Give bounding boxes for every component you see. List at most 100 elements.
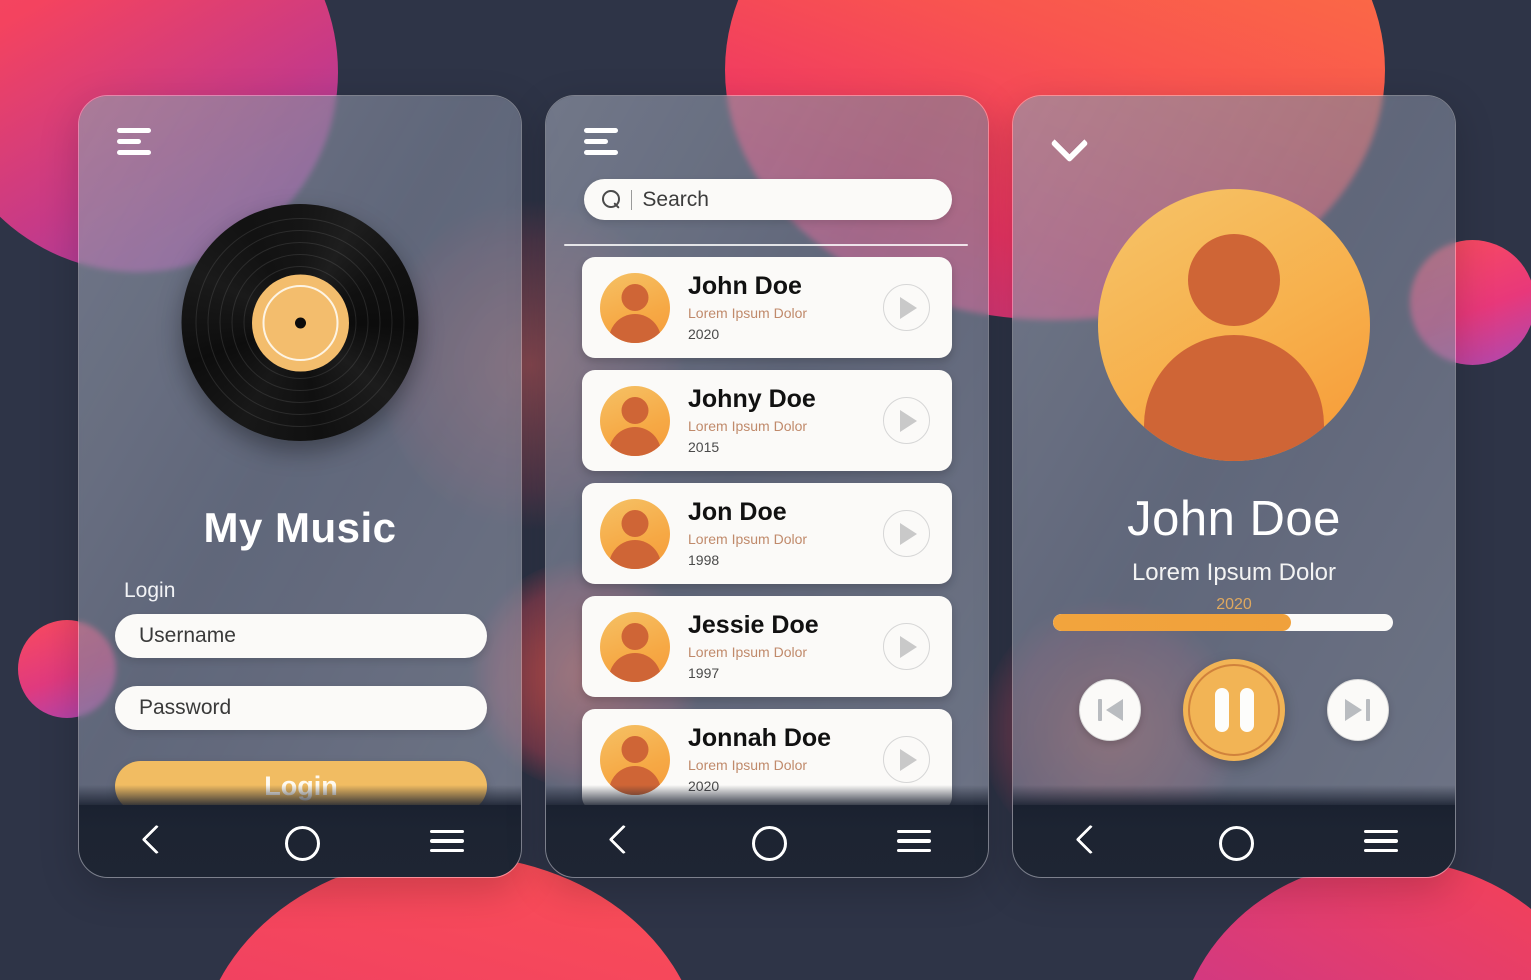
background-blob [1175, 860, 1531, 980]
android-navbar [546, 785, 988, 877]
hamburger-bar [117, 150, 151, 155]
list-item-subtitle: Lorem Ipsum Dolor [688, 643, 808, 660]
list-item-name: Jon Doe [688, 498, 787, 527]
skip-next-glyph [1345, 699, 1371, 721]
avatar-body [609, 313, 661, 343]
avatar-head [621, 283, 649, 311]
play-triangle [900, 635, 917, 658]
vinyl-spindle-hole [294, 317, 306, 328]
home-circle-icon[interactable] [732, 818, 802, 864]
list-item-subtitle: Lorem Ipsum Dolor [688, 756, 808, 773]
recents-bar [430, 848, 465, 853]
play-icon[interactable] [883, 623, 930, 670]
vinyl-record-icon [181, 204, 419, 441]
recents-menu-icon[interactable] [1346, 818, 1416, 864]
play-icon[interactable] [883, 397, 930, 444]
avatar-head [621, 735, 649, 763]
search-bar[interactable]: Search [584, 179, 952, 220]
list-item[interactable]: Jessie Doe Lorem Ipsum Dolor 1997 [582, 596, 952, 697]
back-chevron-icon[interactable] [585, 818, 655, 864]
recents-menu-icon[interactable] [879, 818, 949, 864]
progress-bar[interactable] [1053, 614, 1393, 631]
phone-list-screen: Search John Doe Lorem Ipsum Dolor 2020 John… [545, 95, 989, 878]
list-item[interactable]: Johny Doe Lorem Ipsum Dolor 2015 [582, 370, 952, 471]
play-icon[interactable] [883, 510, 930, 557]
skip-previous-icon[interactable] [1079, 679, 1141, 741]
list-item-subtitle: Lorem Ipsum Dolor [688, 530, 808, 547]
hamburger-bar [117, 128, 151, 133]
recents-bar [1364, 829, 1399, 834]
password-input[interactable]: Password [115, 686, 487, 730]
phone-player-screen: John Doe Lorem Ipsum Dolor 2020 [1012, 95, 1456, 878]
phone-login-screen: My Music Login Username Password Login S… [78, 95, 522, 878]
avatar-body [609, 539, 661, 569]
track-list[interactable]: John Doe Lorem Ipsum Dolor 2020 Johny Doe Lo… [546, 257, 988, 805]
list-item-text: Jon Doe Lorem Ipsum Dolor 1998 [670, 499, 883, 568]
section-divider [564, 244, 968, 247]
home-circle-icon[interactable] [1199, 818, 1269, 864]
pause-icon[interactable] [1183, 659, 1285, 761]
recents-bar [1364, 839, 1399, 843]
play-triangle [900, 748, 917, 771]
recents-bar [1364, 848, 1399, 853]
skip-previous-glyph [1097, 699, 1123, 721]
avatar [600, 724, 670, 795]
track-subtitle: Lorem Ipsum Dolor [1131, 559, 1337, 586]
list-item[interactable]: John Doe Lorem Ipsum Dolor 2020 [582, 257, 952, 358]
list-item-name: Jonnah Doe [688, 724, 832, 753]
avatar [600, 498, 670, 569]
avatar [600, 385, 670, 456]
search-input[interactable]: Search [642, 188, 709, 212]
list-item-text: Jessie Doe Lorem Ipsum Dolor 1997 [670, 612, 883, 681]
back-chevron-icon[interactable] [1052, 818, 1122, 864]
hamburger-icon[interactable] [117, 128, 151, 155]
list-item-subtitle: Lorem Ipsum Dolor [688, 304, 808, 321]
recents-bar [430, 829, 465, 834]
recents-bar [430, 839, 465, 843]
login-screen-content: My Music Login Username Password Login S… [79, 96, 521, 877]
list-item-year: 1998 [688, 551, 720, 568]
player-screen-content: John Doe Lorem Ipsum Dolor 2020 [1013, 96, 1455, 877]
recents-menu-icon[interactable] [412, 818, 482, 864]
skip-bar [1366, 699, 1370, 721]
play-triangle [900, 522, 917, 545]
play-icon[interactable] [883, 284, 930, 331]
list-item-name: Johny Doe [688, 385, 816, 414]
recents-bar [897, 839, 932, 843]
username-input[interactable]: Username [115, 614, 487, 658]
list-item-text: John Doe Lorem Ipsum Dolor 2020 [670, 273, 883, 342]
back-chevron-icon[interactable] [118, 818, 188, 864]
skip-next-icon[interactable] [1327, 679, 1389, 741]
recents-bar [897, 848, 932, 853]
hamburger-bar [584, 150, 618, 155]
skip-triangle [1106, 699, 1123, 721]
home-circle-icon[interactable] [265, 818, 335, 864]
recents-bar [897, 829, 932, 834]
list-item-text: Jonnah DoeLorem Ipsum Dolor2020 [670, 725, 883, 794]
avatar-body [1144, 335, 1324, 461]
search-icon [602, 189, 622, 210]
hamburger-icon[interactable] [584, 128, 618, 155]
list-item-name: John Doe [688, 272, 802, 301]
list-item-text: Johny Doe Lorem Ipsum Dolor 2015 [670, 386, 883, 455]
skip-bar [1098, 699, 1102, 721]
avatar-body [609, 652, 661, 682]
skip-triangle [1345, 699, 1362, 721]
avatar-head [621, 622, 649, 650]
avatar-head [1188, 234, 1280, 326]
list-item-year: 2020 [688, 325, 720, 342]
progress-bar-fill [1053, 614, 1291, 631]
search-divider [631, 189, 633, 210]
list-item[interactable]: Jon Doe Lorem Ipsum Dolor 1998 [582, 483, 952, 584]
avatar-head [621, 396, 649, 424]
avatar-body [609, 426, 661, 456]
play-icon[interactable] [883, 736, 930, 783]
list-item-year: 2015 [688, 438, 720, 455]
page-title: My Music [203, 504, 397, 551]
list-item-subtitle: Lorem Ipsum Dolor [688, 417, 808, 434]
track-artist-name: John Doe [1127, 492, 1341, 546]
chevron-down-icon[interactable] [1051, 130, 1089, 152]
play-triangle [900, 296, 917, 319]
android-navbar [79, 785, 521, 877]
hamburger-bar [584, 139, 608, 144]
